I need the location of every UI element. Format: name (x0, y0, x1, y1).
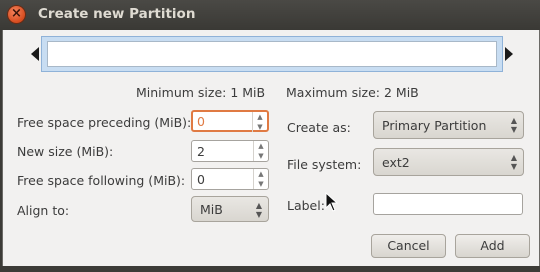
title-bar: × Create new Partition (0, 0, 540, 30)
new-size-value: 2 (197, 144, 205, 159)
resize-left-handle-icon[interactable] (31, 47, 39, 61)
partition-label-label: Label: (287, 198, 325, 213)
add-button[interactable]: Add (455, 234, 530, 258)
free-space-preceding-spinner[interactable]: 0 ▲ ▼ (191, 110, 269, 132)
spin-up-icon[interactable]: ▲ (253, 112, 267, 122)
partition-graphic-inner (47, 41, 497, 67)
spin-up-icon[interactable]: ▲ (254, 141, 268, 151)
create-as-value: Primary Partition (382, 118, 487, 133)
combo-arrows-icon: ▲ ▼ (510, 116, 517, 134)
combo-arrows-icon: ▲ ▼ (255, 201, 262, 219)
new-size-label: New size (MiB): (17, 144, 114, 159)
align-to-combo[interactable]: MiB ▲ ▼ (191, 196, 269, 222)
spin-down-icon[interactable]: ▼ (254, 151, 268, 161)
minimum-size-label: Minimum size: 1 MiB (136, 85, 266, 100)
create-as-label: Create as: (287, 120, 351, 135)
partition-label-input[interactable] (373, 193, 523, 215)
window-title: Create new Partition (38, 6, 196, 22)
new-size-spinner[interactable]: 2 ▲ ▼ (191, 140, 269, 162)
align-to-value: MiB (200, 202, 223, 217)
free-space-following-label: Free space following (MiB): (17, 173, 186, 188)
create-partition-dialog: Minimum size: 1 MiB Maximum size: 2 MiB … (2, 30, 540, 266)
spin-down-icon[interactable]: ▼ (253, 122, 267, 132)
maximum-size-label: Maximum size: 2 MiB (286, 85, 419, 100)
file-system-label: File system: (287, 157, 362, 172)
free-space-preceding-value: 0 (197, 114, 205, 129)
partition-resizer (31, 36, 513, 72)
cancel-button[interactable]: Cancel (371, 234, 446, 258)
spin-down-icon[interactable]: ▼ (254, 179, 268, 189)
spin-up-icon[interactable]: ▲ (254, 169, 268, 179)
align-to-label: Align to: (17, 203, 70, 218)
free-space-following-value: 0 (197, 172, 205, 187)
file-system-combo[interactable]: ext2 ▲ ▼ (373, 148, 524, 176)
mouse-pointer-icon (325, 192, 339, 212)
free-space-following-spinner[interactable]: 0 ▲ ▼ (191, 168, 269, 190)
partition-graphic[interactable] (41, 36, 503, 72)
free-space-preceding-label: Free space preceding (MiB): (17, 115, 192, 130)
combo-arrows-icon: ▲ ▼ (510, 153, 517, 171)
file-system-value: ext2 (382, 155, 410, 170)
resize-right-handle-icon[interactable] (505, 47, 513, 61)
close-icon[interactable]: × (8, 6, 25, 23)
create-as-combo[interactable]: Primary Partition ▲ ▼ (373, 111, 524, 139)
